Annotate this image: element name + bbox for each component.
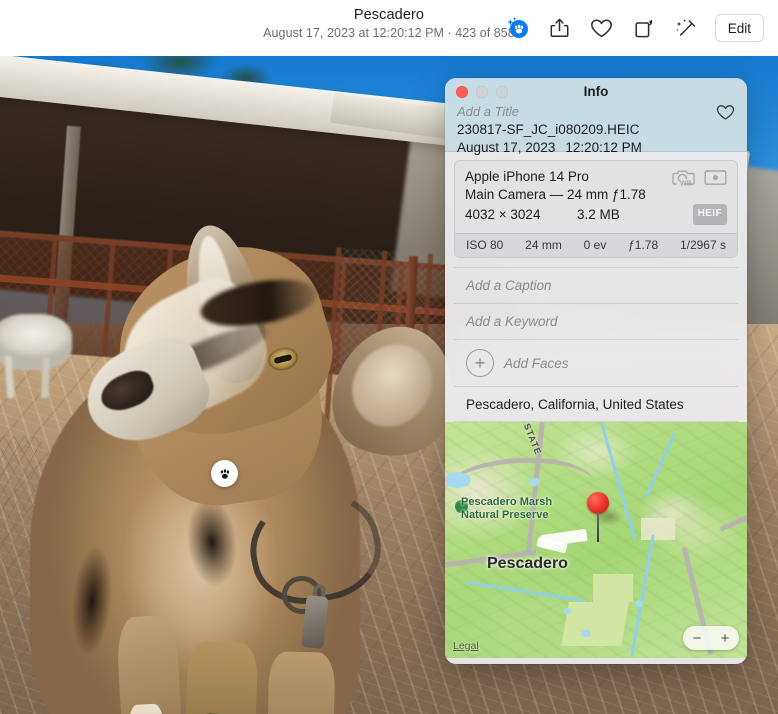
map-zoom-out-button[interactable]: − (693, 631, 702, 646)
camera-lens-label: Main Camera — 24 mm ƒ1.78 (465, 187, 646, 202)
info-favorite-button[interactable] (716, 104, 735, 124)
exposure-metering-icon (704, 170, 727, 185)
exif-exposure-bias: 0 ev (583, 238, 607, 252)
photo-goat-leg-rear (266, 651, 336, 714)
camera-info-card: WB Apple iPhone 14 Pro Main Camera — 24 (454, 160, 738, 258)
location-label: Pescadero, California, United States (454, 387, 738, 422)
title-input[interactable]: Add a Title (457, 104, 701, 120)
exif-focal: 24 mm (525, 238, 562, 252)
camera-file-line: 4032 × 3024 3.2 MB HEIF (465, 204, 727, 225)
rotate-icon (635, 19, 652, 38)
heart-icon (591, 18, 613, 37)
map-water (445, 472, 471, 488)
window-controls (456, 86, 508, 98)
map-water (581, 630, 591, 637)
map-town-label: Pescadero (487, 555, 568, 572)
preserve-label-line2: Natural Preserve (461, 509, 549, 521)
minimize-button[interactable] (476, 86, 488, 98)
pet-paw-badge-icon-button[interactable] (497, 8, 539, 48)
enhance-button[interactable] (665, 8, 707, 48)
pet-paw-badge-icon (507, 17, 528, 38)
photo-goat-leg-front-right (183, 640, 259, 714)
favorite-button[interactable] (581, 8, 623, 48)
magic-wand-icon (675, 19, 695, 36)
toolbar: Pescadero August 17, 2023 at 12:20:12 PM… (0, 0, 778, 56)
add-faces-row[interactable]: + Add Faces (454, 340, 738, 387)
plus-icon: + (466, 349, 494, 377)
dimensions-label: 4032 × 3024 (465, 206, 541, 222)
map-field (641, 518, 675, 540)
exif-shutter: 1/2967 s (679, 238, 726, 252)
rotate-button[interactable] (623, 8, 665, 48)
maximize-button[interactable] (496, 86, 508, 98)
caption-input[interactable]: Add a Caption (454, 267, 738, 304)
camera-status-icons: WB (672, 168, 727, 187)
camera-info-top: WB Apple iPhone 14 Pro Main Camera — 24 (455, 161, 737, 233)
time-label: 12:20:12 PM (565, 140, 642, 155)
exif-iso: ISO 80 (466, 238, 504, 252)
map-zoom-in-button[interactable]: + (721, 631, 730, 646)
preserve-label-line1: Pescadero Marsh (461, 496, 553, 508)
heart-icon (716, 105, 735, 120)
edit-button[interactable]: Edit (714, 14, 764, 42)
photos-app-window: Pescadero August 17, 2023 at 12:20:12 PM… (0, 0, 778, 714)
format-badge: HEIF (692, 204, 727, 225)
svg-text:WB: WB (680, 181, 692, 187)
info-panel-header: Info Add a Title 230817-SF_JC_i080209.HE… (445, 78, 747, 155)
filename-label: 230817-SF_JC_i080209.HEIC (457, 122, 640, 137)
info-meta-block: Add a Title 230817-SF_JC_i080209.HEIC Au… (457, 104, 701, 156)
map-pin-stick (597, 512, 599, 542)
paw-print-icon (220, 468, 229, 479)
info-panel-body: WB Apple iPhone 14 Pro Main Camera — 24 (445, 152, 747, 422)
close-button[interactable] (456, 86, 468, 98)
map-field (593, 574, 633, 602)
white-balance-icon: WB (672, 170, 695, 187)
datetime-label: August 17, 2023 12:20:12 PM (457, 139, 701, 156)
exif-row: ISO 80 24 mm 0 ev ƒ1.78 1/2967 s (455, 233, 737, 257)
map-water (563, 608, 572, 614)
date-label: August 17, 2023 (457, 140, 556, 155)
toolbar-actions: Edit (497, 0, 764, 56)
map-water (635, 600, 643, 607)
add-faces-label: Add Faces (504, 355, 569, 371)
filesize-label: 3.2 MB (577, 206, 620, 222)
map-legal-link[interactable]: Legal (453, 640, 479, 652)
keyword-input[interactable]: Add a Keyword (454, 304, 738, 340)
map-location-pin[interactable] (587, 492, 611, 542)
map-zoom-controls: − + (683, 626, 739, 650)
map-pin-head (587, 492, 609, 514)
share-button[interactable] (539, 8, 581, 48)
paw-print-badge[interactable] (211, 460, 238, 487)
location-map[interactable]: Pescadero Marsh Natural Preserve STATE P… (445, 422, 747, 658)
share-icon (550, 18, 569, 38)
info-panel[interactable]: Info Add a Title 230817-SF_JC_i080209.HE… (445, 78, 747, 664)
map-water (529, 478, 540, 486)
exif-aperture: ƒ1.78 (628, 238, 659, 252)
